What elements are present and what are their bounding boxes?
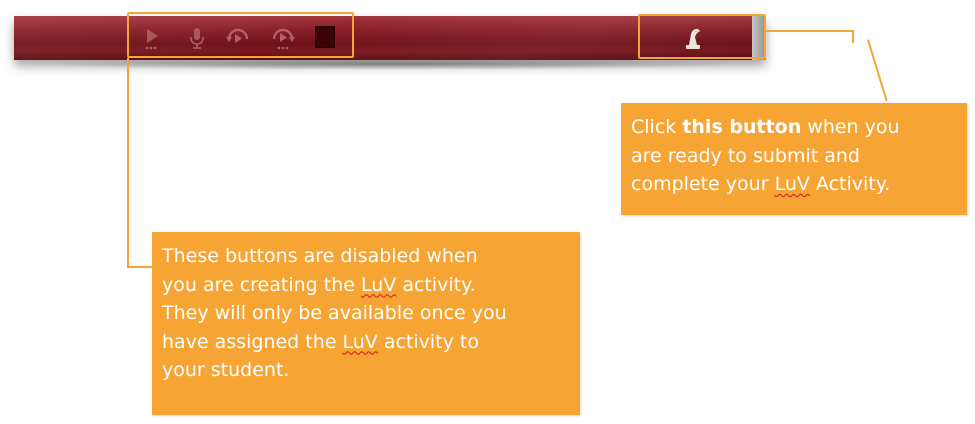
submit-callout-line-3: complete your LuV Activity. (631, 173, 891, 195)
connector-left-vertical (127, 58, 129, 268)
disabled-callout-line-3: They will only be available once you (162, 302, 507, 324)
disabled-buttons-highlight (127, 12, 354, 58)
submit-callout: Click this button when you are ready to … (621, 103, 967, 215)
submit-callout-line-2: are ready to submit and (631, 144, 860, 167)
connector-left-horizontal (127, 266, 155, 268)
submit-button-highlight (638, 14, 766, 59)
connector-right-horizontal (766, 30, 854, 32)
disabled-callout-line-1: These buttons are disabled when (162, 245, 478, 267)
disabled-buttons-callout: These buttons are disabled when you are … (152, 232, 580, 415)
disabled-callout-line-2: you are creating the LuV activity. (162, 273, 476, 296)
submit-callout-line-1: Click this button when you (631, 116, 900, 138)
disabled-callout-line-4: have assigned the LuV activity to (162, 330, 479, 353)
connector-right-short (852, 30, 854, 43)
connector-right-diagonal (867, 39, 888, 102)
disabled-callout-line-5: your student. (162, 359, 290, 381)
